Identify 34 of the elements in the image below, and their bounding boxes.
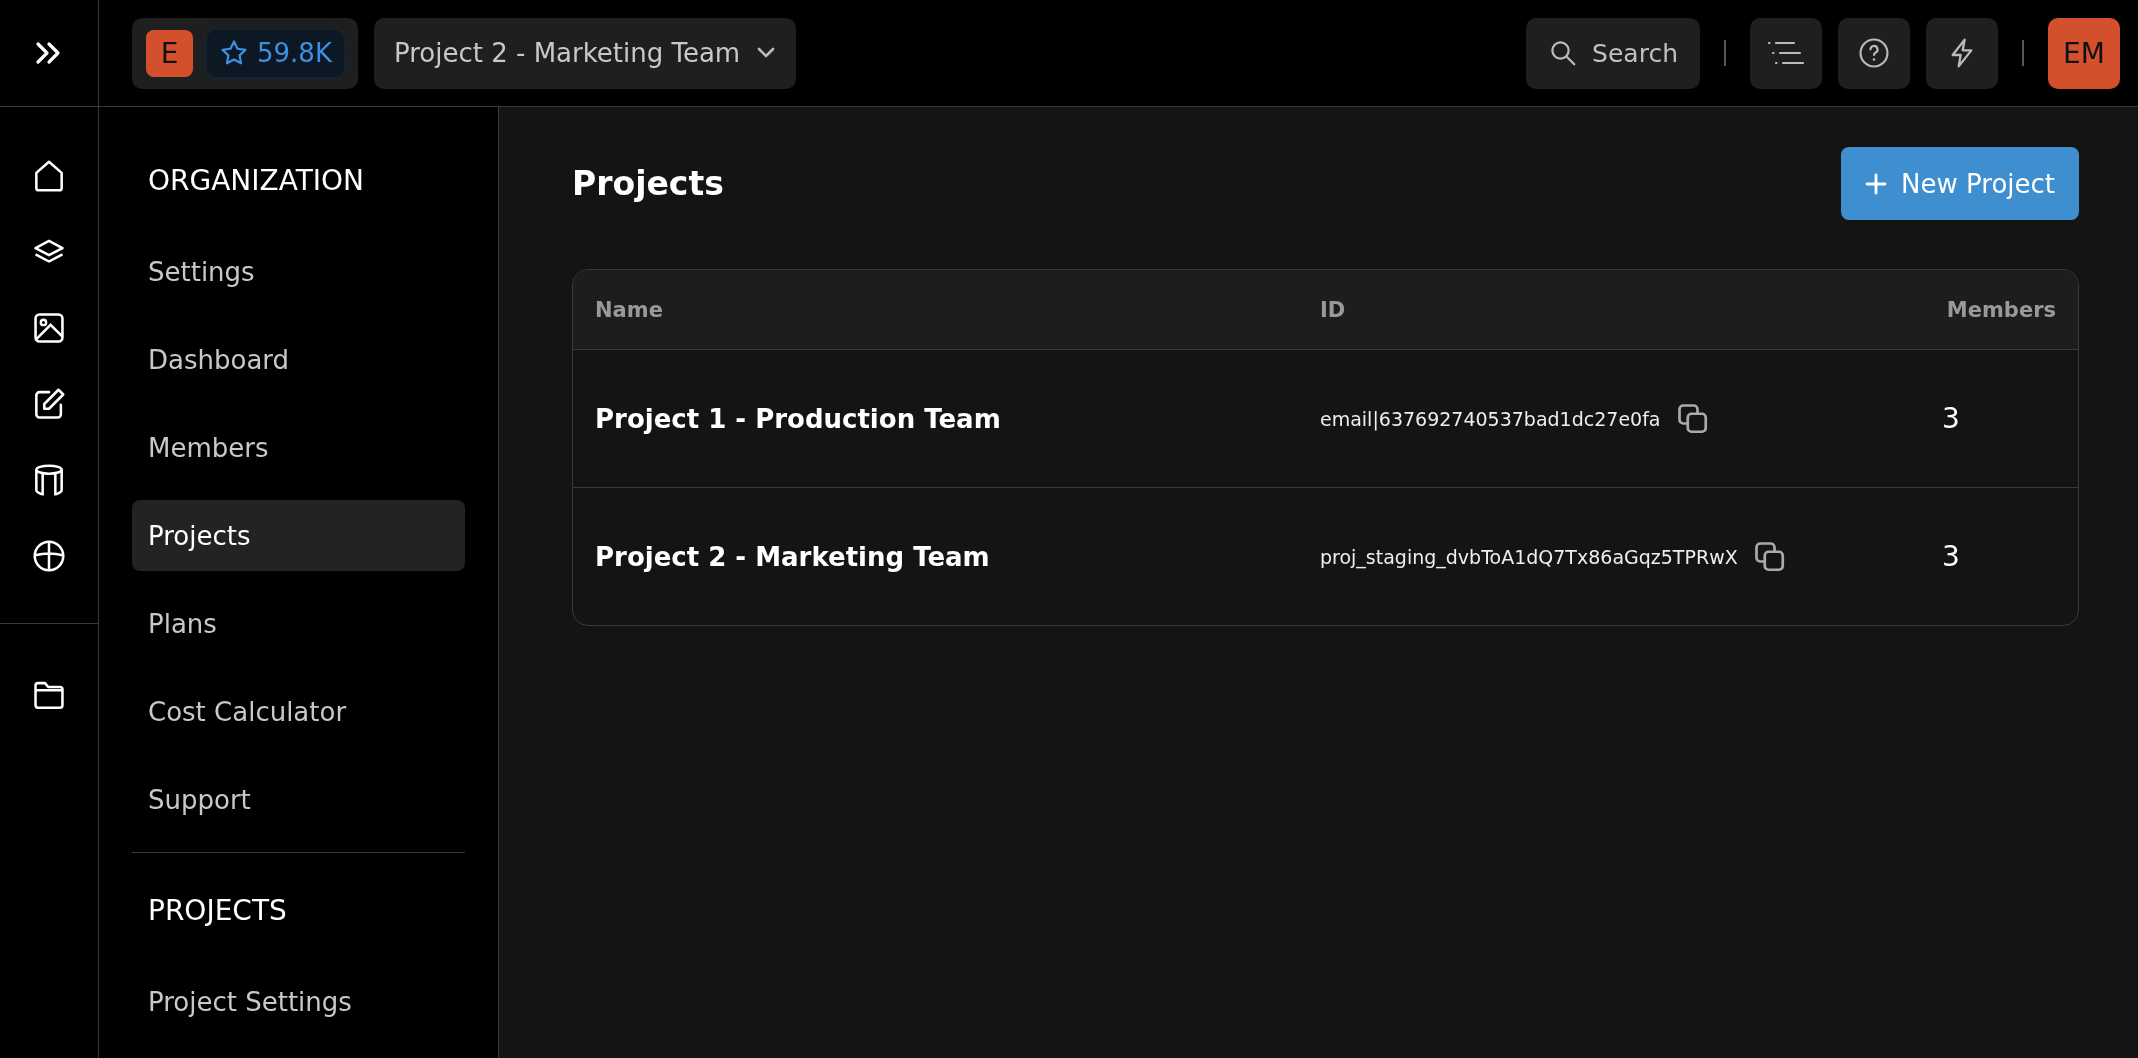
column-header: Name [595, 297, 664, 322]
sidebar-item[interactable]: Members [132, 412, 465, 483]
member-count: 3 [1941, 402, 1960, 435]
new-project-button[interactable]: New Project [1841, 147, 2079, 220]
user-avatar[interactable]: EM [2048, 17, 2120, 89]
help-button[interactable] [1838, 17, 1910, 89]
project-name[interactable]: Project 2 - Marketing Team [595, 541, 990, 572]
sidebar-item[interactable]: Cost Calculator [132, 676, 465, 747]
plus-icon [1865, 172, 1888, 195]
chevron-down-icon [756, 46, 777, 60]
list-button[interactable] [1750, 17, 1822, 89]
sidebar-item[interactable]: Plans [132, 588, 465, 659]
help-icon [1857, 36, 1891, 70]
member-count: 3 [1941, 540, 1960, 573]
lightning-button[interactable] [1926, 17, 1998, 89]
sidebar-item[interactable]: Settings [132, 236, 465, 307]
stars-badge[interactable]: 59.8K [207, 29, 344, 77]
sidebar-item[interactable]: Projects [132, 500, 465, 571]
project-id: proj_staging_dvbToA1dQ7Tx86aGqz5TPRwX [1320, 545, 1738, 568]
page-title: Projects [572, 164, 724, 203]
sidebar-item[interactable]: Project Settings [132, 966, 465, 1037]
section-heading: PROJECTS [147, 892, 288, 929]
organization-avatar[interactable]: E [146, 29, 193, 77]
column-header: Members [1945, 297, 2056, 322]
column-header: ID [1320, 297, 1347, 322]
stars-count: 59.8K [257, 38, 332, 68]
sidebar-item[interactable]: Dashboard [132, 324, 465, 395]
section-heading: ORGANIZATION [147, 162, 366, 199]
project-dropdown[interactable]: Project 2 - Marketing Team [373, 17, 797, 89]
project-id: email|637692740537bad1dc27e0fa [1320, 407, 1661, 430]
list-icon [1766, 39, 1806, 67]
search-button[interactable]: Search [1526, 17, 1700, 89]
sidebar-item[interactable]: Support [132, 764, 465, 835]
project-name[interactable]: Project 1 - Production Team [595, 403, 1001, 434]
